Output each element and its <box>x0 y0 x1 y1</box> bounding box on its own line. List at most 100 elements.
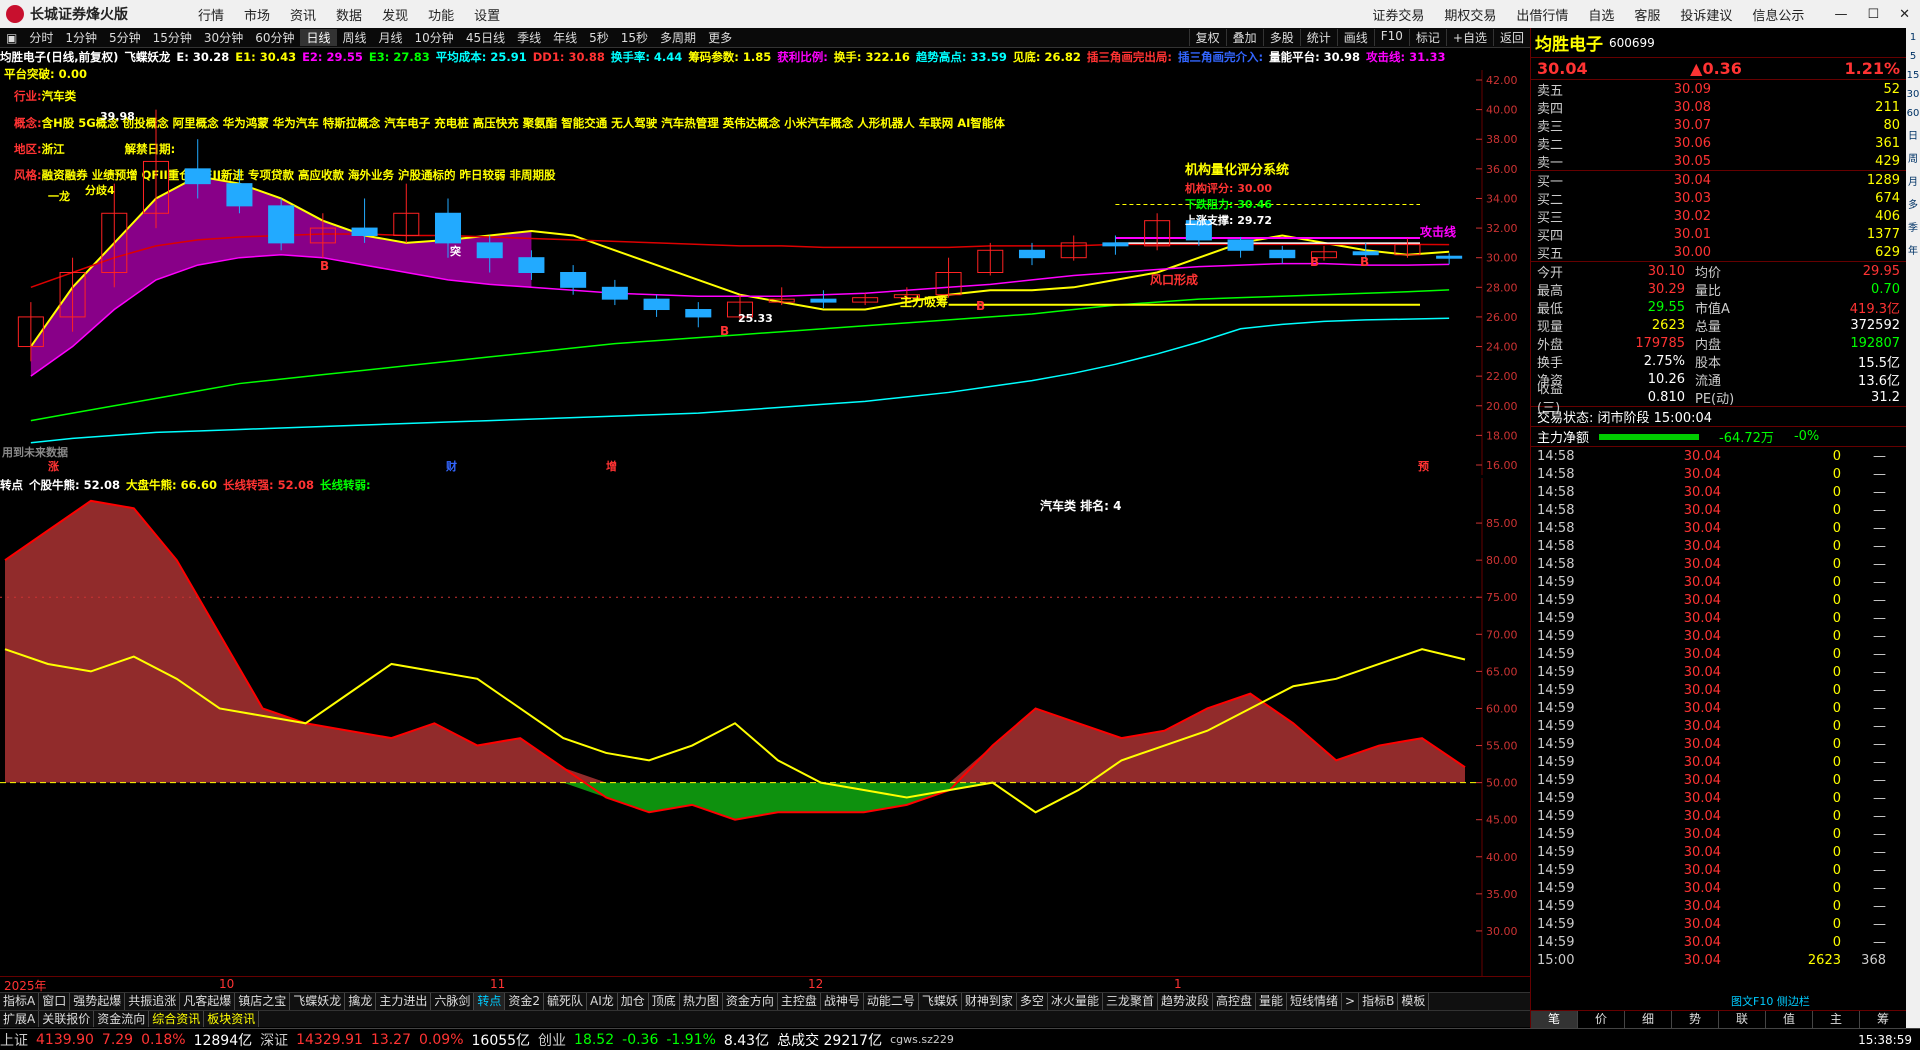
menu-item[interactable]: 资讯 <box>290 9 316 24</box>
menu-right-item[interactable]: 信息公示 <box>1752 9 1804 24</box>
info-tab[interactable]: 资金流向 <box>94 1011 150 1027</box>
menu-right-item[interactable]: 出借行情 <box>1516 9 1568 24</box>
period-tab[interactable]: 日线 <box>300 29 337 46</box>
period-tab[interactable]: 15秒 <box>615 29 654 46</box>
minimize-icon[interactable]: — <box>1834 7 1847 22</box>
menu-right-item[interactable]: 自选 <box>1588 9 1614 24</box>
indicator-tab[interactable]: 冰火量能 <box>1048 993 1103 1010</box>
indicator-tab[interactable]: 强势起爆 <box>70 993 126 1010</box>
period-tab[interactable]: 多周期 <box>654 29 702 46</box>
menu-item[interactable]: 市场 <box>244 9 270 24</box>
indicator-tab[interactable]: 动能二号 <box>864 993 919 1010</box>
close-icon[interactable]: ✕ <box>1899 7 1910 22</box>
period-tab[interactable]: 月线 <box>373 29 409 46</box>
toolbar-button[interactable]: 标记 <box>1408 29 1446 46</box>
indicator-tab[interactable]: 财神到家 <box>962 993 1017 1010</box>
indicator-tab[interactable]: 资金方向 <box>723 993 778 1010</box>
quote-tab[interactable]: 细 <box>1625 1011 1672 1028</box>
side-period[interactable]: 15 <box>1907 70 1920 81</box>
info-tab[interactable]: 关联报价 <box>39 1011 95 1027</box>
indicator-tab[interactable]: 窗口 <box>39 993 71 1010</box>
period-tab[interactable]: 季线 <box>511 29 547 46</box>
menu-item[interactable]: 设置 <box>474 9 500 24</box>
side-period[interactable]: 季 <box>1908 219 1918 234</box>
period-tab[interactable]: 45日线 <box>460 29 511 46</box>
toolbar-button[interactable]: 叠加 <box>1225 29 1263 46</box>
menu-right-item[interactable]: 投诉建议 <box>1680 9 1732 24</box>
indicator-tab[interactable]: AI龙 <box>587 993 618 1010</box>
indicator-tab[interactable]: 擒龙 <box>345 993 377 1010</box>
indicator-tab[interactable]: 加仓 <box>618 993 649 1010</box>
indicator-tab[interactable]: 高控盘 <box>1213 993 1256 1010</box>
side-period[interactable]: 60 <box>1907 108 1920 119</box>
indicator-tab[interactable]: 飞蝶妖龙 <box>290 993 346 1010</box>
indicator-tab[interactable]: 战神号 <box>821 993 864 1010</box>
side-period[interactable]: 月 <box>1908 173 1918 188</box>
quote-tab[interactable]: 势 <box>1672 1011 1719 1028</box>
info-tab[interactable]: 综合资讯 <box>149 1011 205 1027</box>
side-period[interactable]: 年 <box>1908 242 1918 257</box>
toolbar-button[interactable]: 复权 <box>1188 29 1226 46</box>
indicator-tab[interactable]: 指标A <box>0 993 40 1010</box>
indicator-tab[interactable]: 三龙聚首 <box>1103 993 1158 1010</box>
period-tab[interactable]: 分时 <box>23 29 59 46</box>
indicator-tab[interactable]: 多空 <box>1017 993 1048 1010</box>
maximize-icon[interactable]: ☐ <box>1867 7 1879 22</box>
side-period[interactable]: 日 <box>1908 127 1918 142</box>
period-tab[interactable]: 30分钟 <box>198 29 249 46</box>
period-tab[interactable]: 1分钟 <box>59 29 103 46</box>
quote-tab[interactable]: 价 <box>1578 1011 1625 1028</box>
menu-item[interactable]: 行情 <box>198 9 224 24</box>
indicator-tab[interactable]: 量能 <box>1256 993 1288 1010</box>
menu-right-item[interactable]: 证券交易 <box>1372 9 1424 24</box>
period-tab[interactable]: 更多 <box>702 29 738 46</box>
indicator-tab[interactable]: 转点 <box>474 993 506 1010</box>
f10-link[interactable]: 图文F10 侧边栏 <box>1731 993 1810 1009</box>
toolbar-button[interactable]: +自选 <box>1445 29 1493 46</box>
menu-right-item[interactable]: 期权交易 <box>1444 9 1496 24</box>
indicator-tab[interactable]: 六脉剑 <box>431 993 475 1010</box>
indicator-tab[interactable]: 镇店之宝 <box>235 993 291 1010</box>
period-tab[interactable]: 年线 <box>547 29 583 46</box>
menu-item[interactable]: 数据 <box>336 9 362 24</box>
indicator-tab[interactable]: 短线情绪 <box>1287 993 1343 1010</box>
indicator-tab-end[interactable]: 指标B <box>1359 993 1399 1010</box>
toolbar-button[interactable]: F10 <box>1373 29 1409 46</box>
indicator-tab[interactable]: 热力图 <box>680 993 723 1010</box>
indicator-tab[interactable]: 顶底 <box>649 993 680 1010</box>
period-tab[interactable]: 5分钟 <box>103 29 147 46</box>
menu-right-item[interactable]: 客服 <box>1634 9 1660 24</box>
toolbar-button[interactable]: 统计 <box>1299 29 1337 46</box>
side-period[interactable]: 1 <box>1910 32 1916 43</box>
indicator-tab[interactable]: 凡客起爆 <box>180 993 236 1010</box>
period-tab[interactable]: 10分钟 <box>409 29 460 46</box>
turning-point-chart[interactable]: 30.00 35.00 40.00 45.00 50.00 55.00 60.00 65.00… <box>0 478 1530 978</box>
info-tab[interactable]: 扩展A <box>0 1011 40 1027</box>
tick-list[interactable]: 14:58 30.04 0—14:58 30.04 0—14:58 30.04 0—14:5… <box>1531 447 1906 969</box>
quote-tab[interactable]: 值 <box>1766 1011 1813 1028</box>
toolbar-button[interactable]: 画线 <box>1336 29 1374 46</box>
menu-item[interactable]: 发现 <box>382 9 408 24</box>
kline-chart[interactable]: 16.00 18.00 20.00 22.00 24.00 26.00 28.00 30.00… <box>0 70 1530 475</box>
side-period[interactable]: 30 <box>1907 89 1920 100</box>
indicator-tab[interactable]: 主力进出 <box>376 993 432 1010</box>
period-tab[interactable]: 15分钟 <box>147 29 198 46</box>
indicator-tab[interactable]: 毓死队 <box>544 993 588 1010</box>
tabs-next-icon[interactable]: > <box>1342 993 1360 1010</box>
period-tab[interactable]: 60分钟 <box>249 29 300 46</box>
quote-tab[interactable]: 筹 <box>1860 1011 1907 1028</box>
period-tab[interactable]: 周线 <box>337 29 373 46</box>
toolbar-button[interactable]: 返回 <box>1492 29 1530 46</box>
indicator-tab[interactable]: 共振追涨 <box>125 993 181 1010</box>
quote-tab[interactable]: 笔 <box>1531 1011 1578 1028</box>
quote-tab[interactable]: 联 <box>1719 1011 1766 1028</box>
side-period[interactable]: 5 <box>1910 51 1916 62</box>
indicator-tab-end[interactable]: 模板 <box>1398 993 1430 1010</box>
side-period[interactable]: 周 <box>1908 150 1918 165</box>
toolbar-button[interactable]: 多股 <box>1262 29 1300 46</box>
side-period[interactable]: 多 <box>1908 196 1918 211</box>
indicator-tab[interactable]: 主控盘 <box>778 993 821 1010</box>
indicator-tab[interactable]: 资金2 <box>505 993 545 1010</box>
quote-tab[interactable]: 主 <box>1813 1011 1860 1028</box>
menu-item[interactable]: 功能 <box>428 9 454 24</box>
